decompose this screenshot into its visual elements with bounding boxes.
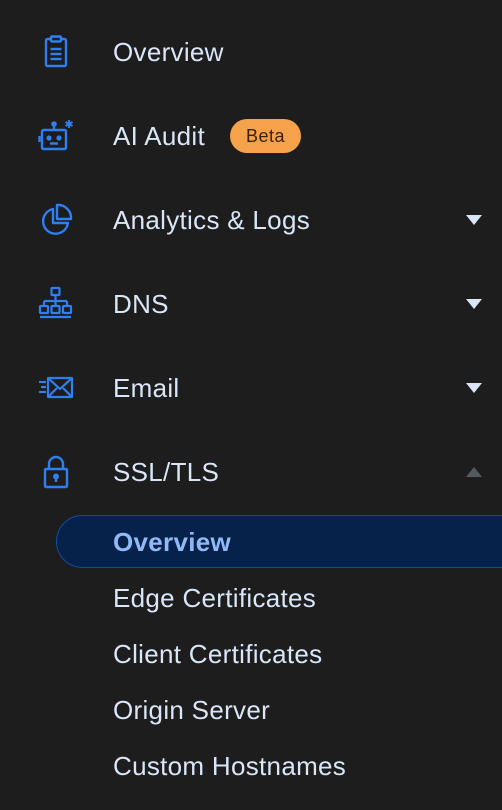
sidebar-nav: Overview AI Audit Beta Analytics & Logs …: [0, 0, 502, 810]
pie-chart-icon: [36, 200, 76, 240]
nav-item-label: DNS: [113, 288, 169, 319]
subnav-item-edge-certificates[interactable]: Edge Certificates: [113, 574, 502, 622]
robot-icon: [36, 116, 76, 156]
nav-item-analytics-logs[interactable]: Analytics & Logs: [0, 192, 502, 248]
chevron-down-icon[interactable]: [465, 297, 483, 311]
nav-item-ai-audit[interactable]: AI Audit Beta: [0, 108, 502, 164]
network-icon: [36, 284, 76, 324]
subnav-item-client-certificates[interactable]: Client Certificates: [113, 630, 502, 678]
nav-item-ssl-tls[interactable]: SSL/TLS: [0, 444, 502, 500]
nav-item-label: AI Audit: [113, 120, 206, 151]
beta-badge: Beta: [230, 119, 302, 153]
nav-item-label: Analytics & Logs: [113, 204, 311, 235]
email-icon: [36, 368, 76, 408]
chevron-down-icon[interactable]: [465, 213, 483, 227]
nav-item-label: Email: [113, 372, 180, 403]
nav-item-label: SSL/TLS: [113, 456, 220, 487]
nav-item-label: Overview: [113, 36, 224, 67]
subnav-item-overview[interactable]: Overview: [113, 518, 502, 566]
nav-item-email[interactable]: Email: [0, 360, 502, 416]
chevron-down-icon[interactable]: [465, 381, 483, 395]
lock-icon: [36, 452, 76, 492]
subnav-item-custom-hostnames[interactable]: Custom Hostnames: [113, 742, 502, 790]
nav-item-overview[interactable]: Overview: [0, 24, 502, 80]
chevron-up-icon[interactable]: [465, 465, 483, 479]
subnav-item-origin-server[interactable]: Origin Server: [113, 686, 502, 734]
nav-item-dns[interactable]: DNS: [0, 276, 502, 332]
clipboard-icon: [36, 32, 76, 72]
